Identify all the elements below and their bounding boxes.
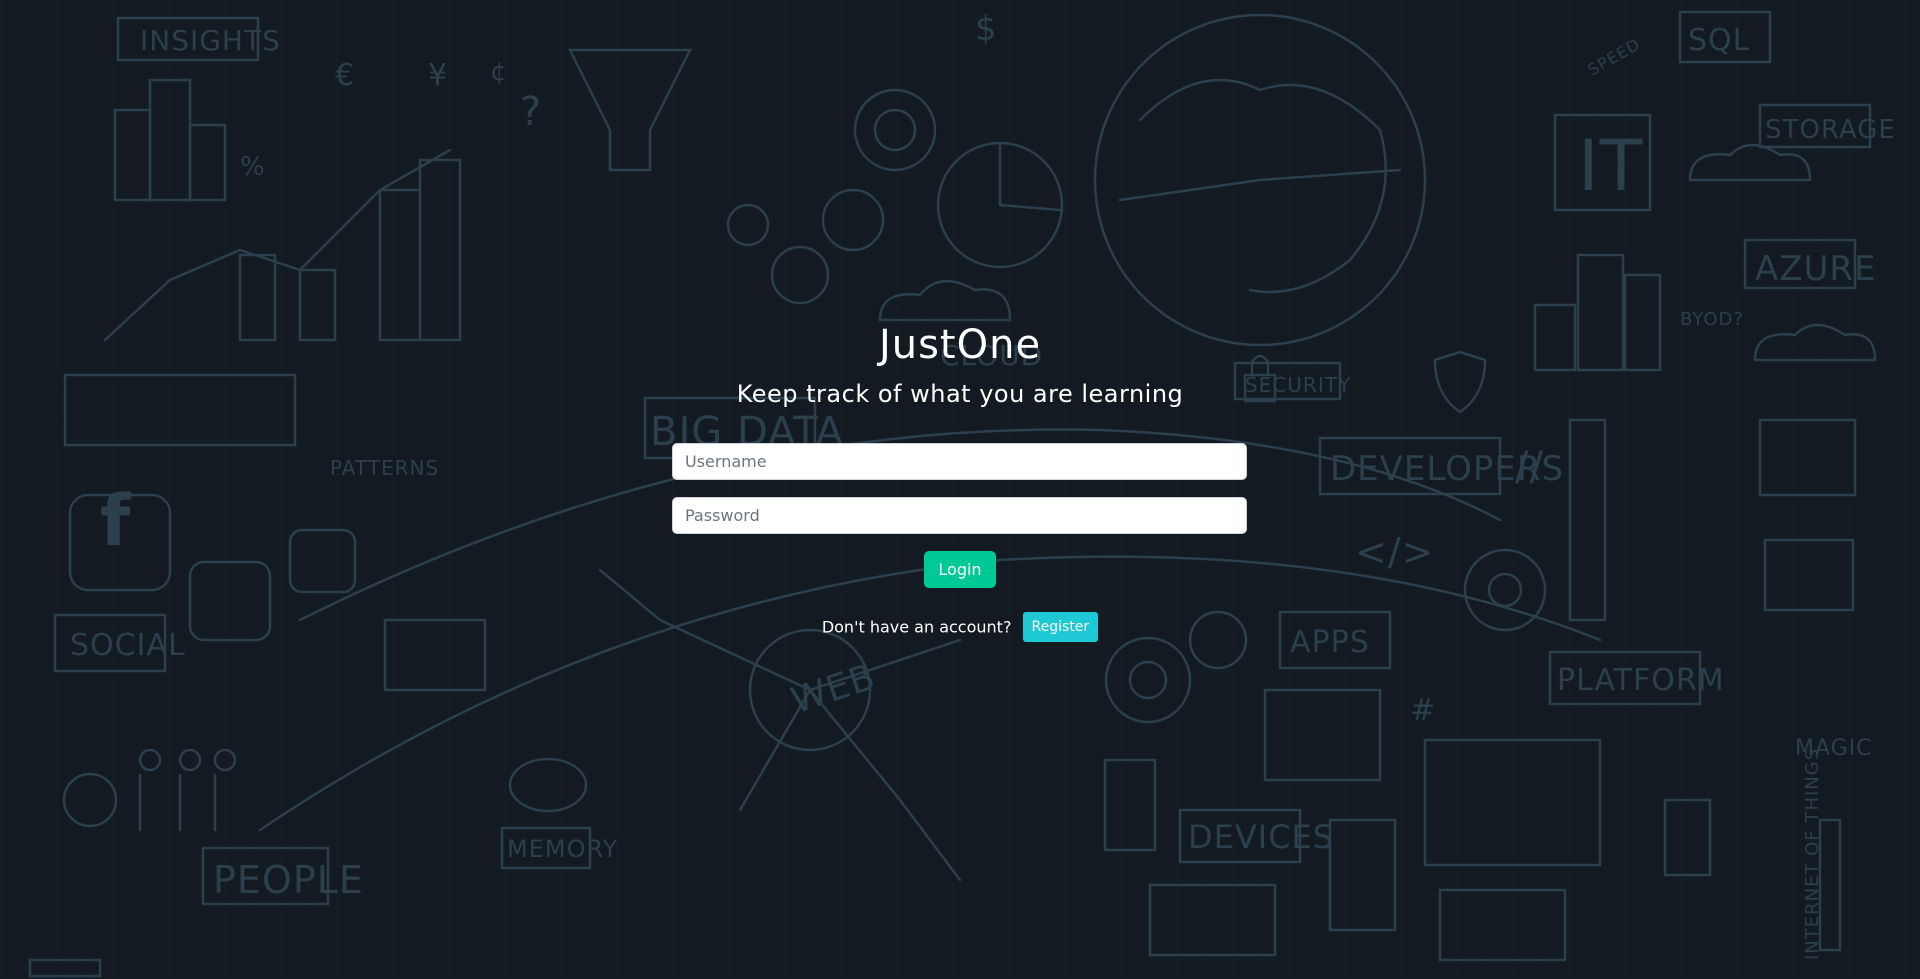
register-row: Don't have an account? Register — [0, 612, 1920, 643]
app-subtitle: Keep track of what you are learning — [736, 380, 1184, 408]
login-button[interactable]: Login — [924, 551, 996, 588]
login-panel: JustOne Keep track of what you are learn… — [0, 0, 1920, 979]
password-input[interactable] — [672, 497, 1247, 534]
app-title: JustOne — [878, 322, 1042, 368]
register-prompt: Don't have an account? — [821, 617, 1012, 637]
username-input[interactable] — [672, 443, 1247, 480]
register-button[interactable]: Register — [1022, 612, 1099, 642]
